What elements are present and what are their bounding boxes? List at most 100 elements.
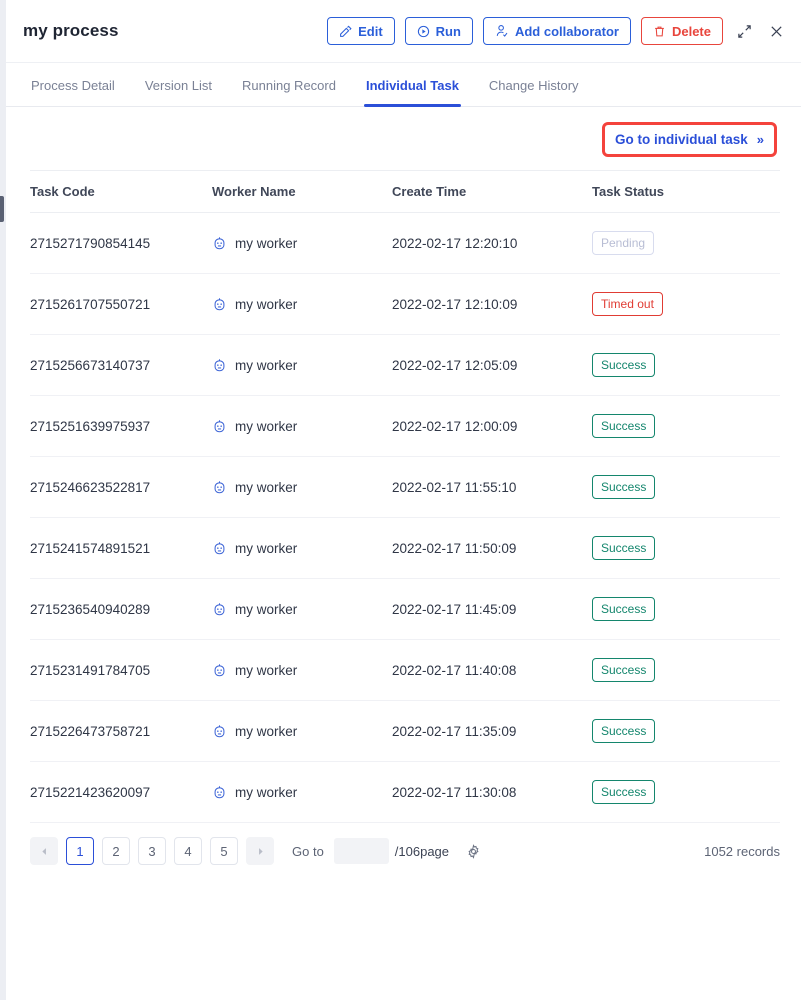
worker-name-label: my worker [235, 662, 298, 678]
close-icon[interactable] [765, 20, 787, 42]
cell-task-status: Success [592, 578, 780, 640]
status-badge: Success [592, 719, 656, 743]
column-header-task-code: Task Code [30, 170, 212, 213]
robot-worker-icon [212, 236, 227, 251]
robot-worker-icon [212, 724, 227, 739]
tab-change-history[interactable]: Change History [474, 78, 594, 106]
table-row[interactable]: 2715231491784705 my worker 2022-02-17 11:4… [30, 639, 780, 701]
pagination-page-2[interactable]: 2 [102, 837, 130, 865]
goto-page-label: Go to [292, 843, 324, 859]
cell-worker-name: my worker [212, 761, 392, 823]
edit-button[interactable]: Edit [327, 17, 395, 45]
individual-task-table: Task Code Worker Name Create Time Task S… [30, 170, 780, 823]
worker-name-label: my worker [235, 540, 298, 556]
status-badge: Pending [592, 231, 655, 255]
go-to-individual-task-label: Go to individual task [615, 131, 748, 147]
worker-name-label: my worker [235, 723, 298, 739]
header-actions: Edit Run Add collaborator Delete [327, 17, 787, 45]
robot-worker-icon [212, 358, 227, 373]
goto-page-input[interactable] [333, 838, 389, 864]
table-row[interactable]: 2715221423620097 my worker 2022-02-17 11:3… [30, 761, 780, 823]
table-row[interactable]: 2715251639975937 my worker 2022-02-17 12:0… [30, 395, 780, 457]
caret-right-icon [256, 844, 265, 859]
go-to-individual-task-link[interactable]: Go to individual task » [613, 130, 766, 149]
gear-icon[interactable] [463, 841, 483, 861]
tab-process-detail[interactable]: Process Detail [23, 78, 130, 106]
cell-task-code: 2715241574891521 [30, 517, 212, 579]
pagination-page-4[interactable]: 4 [174, 837, 202, 865]
edit-button-label: Edit [358, 23, 383, 39]
page-header: my process Edit Run Add collaborator Del… [6, 0, 801, 63]
cell-create-time: 2022-02-17 11:55:10 [392, 456, 592, 518]
status-badge: Success [592, 475, 656, 499]
tab-individual-task[interactable]: Individual Task [351, 78, 474, 107]
tab-running-record[interactable]: Running Record [227, 78, 351, 106]
table-row[interactable]: 2715271790854145 my worker 2022-02-17 12:2… [30, 212, 780, 274]
worker-name-label: my worker [235, 235, 298, 251]
table-header-row: Task Code Worker Name Create Time Task S… [30, 170, 780, 213]
cell-task-code: 2715271790854145 [30, 212, 212, 274]
highlight-annotation: Go to individual task » [602, 121, 777, 157]
cell-create-time: 2022-02-17 12:20:10 [392, 212, 592, 274]
status-badge: Success [592, 597, 656, 621]
cell-task-code: 2715221423620097 [30, 761, 212, 823]
page-body: Go to individual task » Task Code Worker… [6, 108, 801, 1000]
cell-worker-name: my worker [212, 395, 392, 457]
cell-create-time: 2022-02-17 11:40:08 [392, 639, 592, 701]
delete-button[interactable]: Delete [640, 17, 723, 45]
cell-worker-name: my worker [212, 517, 392, 579]
caret-left-icon [40, 844, 49, 859]
status-badge: Success [592, 658, 656, 682]
cell-task-status: Success [592, 761, 780, 823]
tab-version-list[interactable]: Version List [130, 78, 227, 106]
robot-worker-icon [212, 541, 227, 556]
drawer-handle[interactable] [0, 196, 4, 222]
cell-task-status: Success [592, 639, 780, 701]
pagination-page-1[interactable]: 1 [66, 837, 94, 865]
table-row[interactable]: 2715226473758721 my worker 2022-02-17 11:3… [30, 700, 780, 762]
pagination-prev-button[interactable] [30, 837, 58, 865]
run-button[interactable]: Run [404, 17, 473, 45]
table-row[interactable]: 2715246623522817 my worker 2022-02-17 11:5… [30, 456, 780, 518]
pagination-bar: 1 2 3 4 5 Go to /106page 1052 records [30, 823, 780, 879]
cell-create-time: 2022-02-17 12:05:09 [392, 334, 592, 396]
add-collaborator-button-label: Add collaborator [514, 23, 619, 39]
table-row[interactable]: 2715241574891521 my worker 2022-02-17 11:5… [30, 517, 780, 579]
robot-worker-icon [212, 297, 227, 312]
pagination-next-button[interactable] [246, 837, 274, 865]
column-header-worker-name: Worker Name [212, 170, 392, 213]
table-row[interactable]: 2715261707550721 my worker 2022-02-17 12:1… [30, 273, 780, 335]
run-button-label: Run [435, 23, 461, 39]
double-chevron-right-icon: » [756, 131, 764, 147]
cell-create-time: 2022-02-17 12:10:09 [392, 273, 592, 335]
worker-name-label: my worker [235, 418, 298, 434]
page-title: my process [23, 21, 119, 40]
table-row[interactable]: 2715256673140737 my worker 2022-02-17 12:0… [30, 334, 780, 396]
worker-name-label: my worker [235, 784, 298, 800]
status-badge: Success [592, 780, 656, 804]
tab-bar: Process Detail Version List Running Reco… [6, 63, 801, 107]
cell-task-status: Success [592, 456, 780, 518]
robot-worker-icon [212, 480, 227, 495]
cell-task-code: 2715251639975937 [30, 395, 212, 457]
pagination-page-5[interactable]: 5 [210, 837, 238, 865]
table-row[interactable]: 2715236540940289 my worker 2022-02-17 11:4… [30, 578, 780, 640]
cell-task-status: Success [592, 517, 780, 579]
worker-name-label: my worker [235, 357, 298, 373]
task-table-wrapper: Task Code Worker Name Create Time Task S… [30, 170, 780, 823]
column-header-create-time: Create Time [392, 170, 592, 213]
robot-worker-icon [212, 602, 227, 617]
content-toolbar: Go to individual task » [6, 108, 801, 170]
cell-worker-name: my worker [212, 578, 392, 640]
cell-create-time: 2022-02-17 11:30:08 [392, 761, 592, 823]
robot-worker-icon [212, 419, 227, 434]
cell-task-status: Pending [592, 212, 780, 274]
expand-icon[interactable] [733, 20, 755, 42]
status-badge: Success [592, 536, 656, 560]
cell-task-code: 2715236540940289 [30, 578, 212, 640]
cell-worker-name: my worker [212, 456, 392, 518]
cell-worker-name: my worker [212, 273, 392, 335]
cell-worker-name: my worker [212, 700, 392, 762]
pagination-page-3[interactable]: 3 [138, 837, 166, 865]
add-collaborator-button[interactable]: Add collaborator [482, 17, 631, 45]
